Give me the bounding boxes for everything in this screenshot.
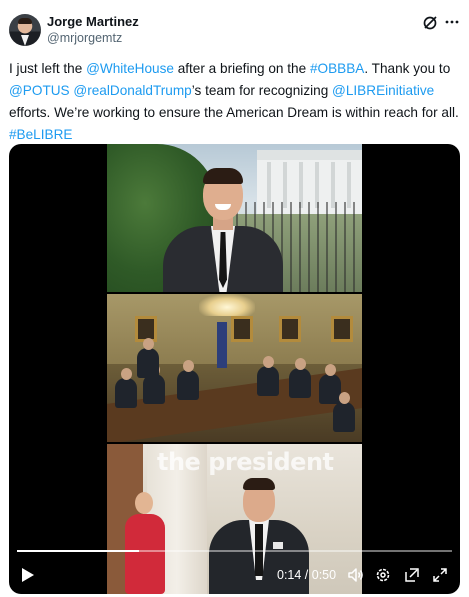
video-frame: the president (107, 144, 362, 594)
video-caption-overlay: the president (157, 448, 334, 476)
play-icon[interactable] (21, 567, 35, 583)
mention-link[interactable]: @LIBREinitiative (332, 83, 434, 98)
briefing-room-scene (107, 294, 362, 442)
settings-icon[interactable] (375, 567, 391, 583)
grok-icon[interactable] (422, 15, 438, 31)
hashtag-link[interactable]: #BeLIBRE (9, 127, 72, 142)
whitehouse-scene (107, 144, 362, 292)
avatar[interactable] (9, 14, 41, 46)
tweet-text-segment: . Thank you to (364, 61, 451, 76)
fullscreen-icon[interactable] (432, 567, 448, 583)
tweet-text-segment: ’s team for recognizing (191, 83, 333, 98)
captions-icon[interactable] (404, 567, 420, 583)
mention-link[interactable]: @WhiteHouse (86, 61, 174, 76)
mention-link[interactable]: @POTUS (9, 83, 70, 98)
more-icon[interactable] (444, 14, 460, 30)
mention-link[interactable]: @realDonaldTrump (73, 83, 191, 98)
volume-icon[interactable] (348, 567, 364, 583)
progress-fill (17, 550, 139, 552)
tweet-card: Jorge Martinez @mrjorgemtz I just left t… (0, 0, 469, 597)
progress-bar[interactable] (17, 550, 452, 552)
hashtag-link[interactable]: #OBBBA (310, 61, 364, 76)
author-name[interactable]: Jorge Martinez (47, 14, 139, 29)
time-display: 0:14 / 0:50 (277, 568, 337, 582)
tweet-text-segment: I just left the (9, 61, 87, 76)
author-handle[interactable]: @mrjorgemtz (47, 31, 122, 45)
video-player[interactable]: the president 0:14 / 0:50 (9, 144, 460, 594)
tweet-text: I just left the @WhiteHouse after a brie… (9, 58, 464, 146)
tweet-text-segment: after a briefing on the (173, 61, 310, 76)
tweet-text-segment: efforts. We’re working to ensure the Ame… (9, 105, 459, 120)
